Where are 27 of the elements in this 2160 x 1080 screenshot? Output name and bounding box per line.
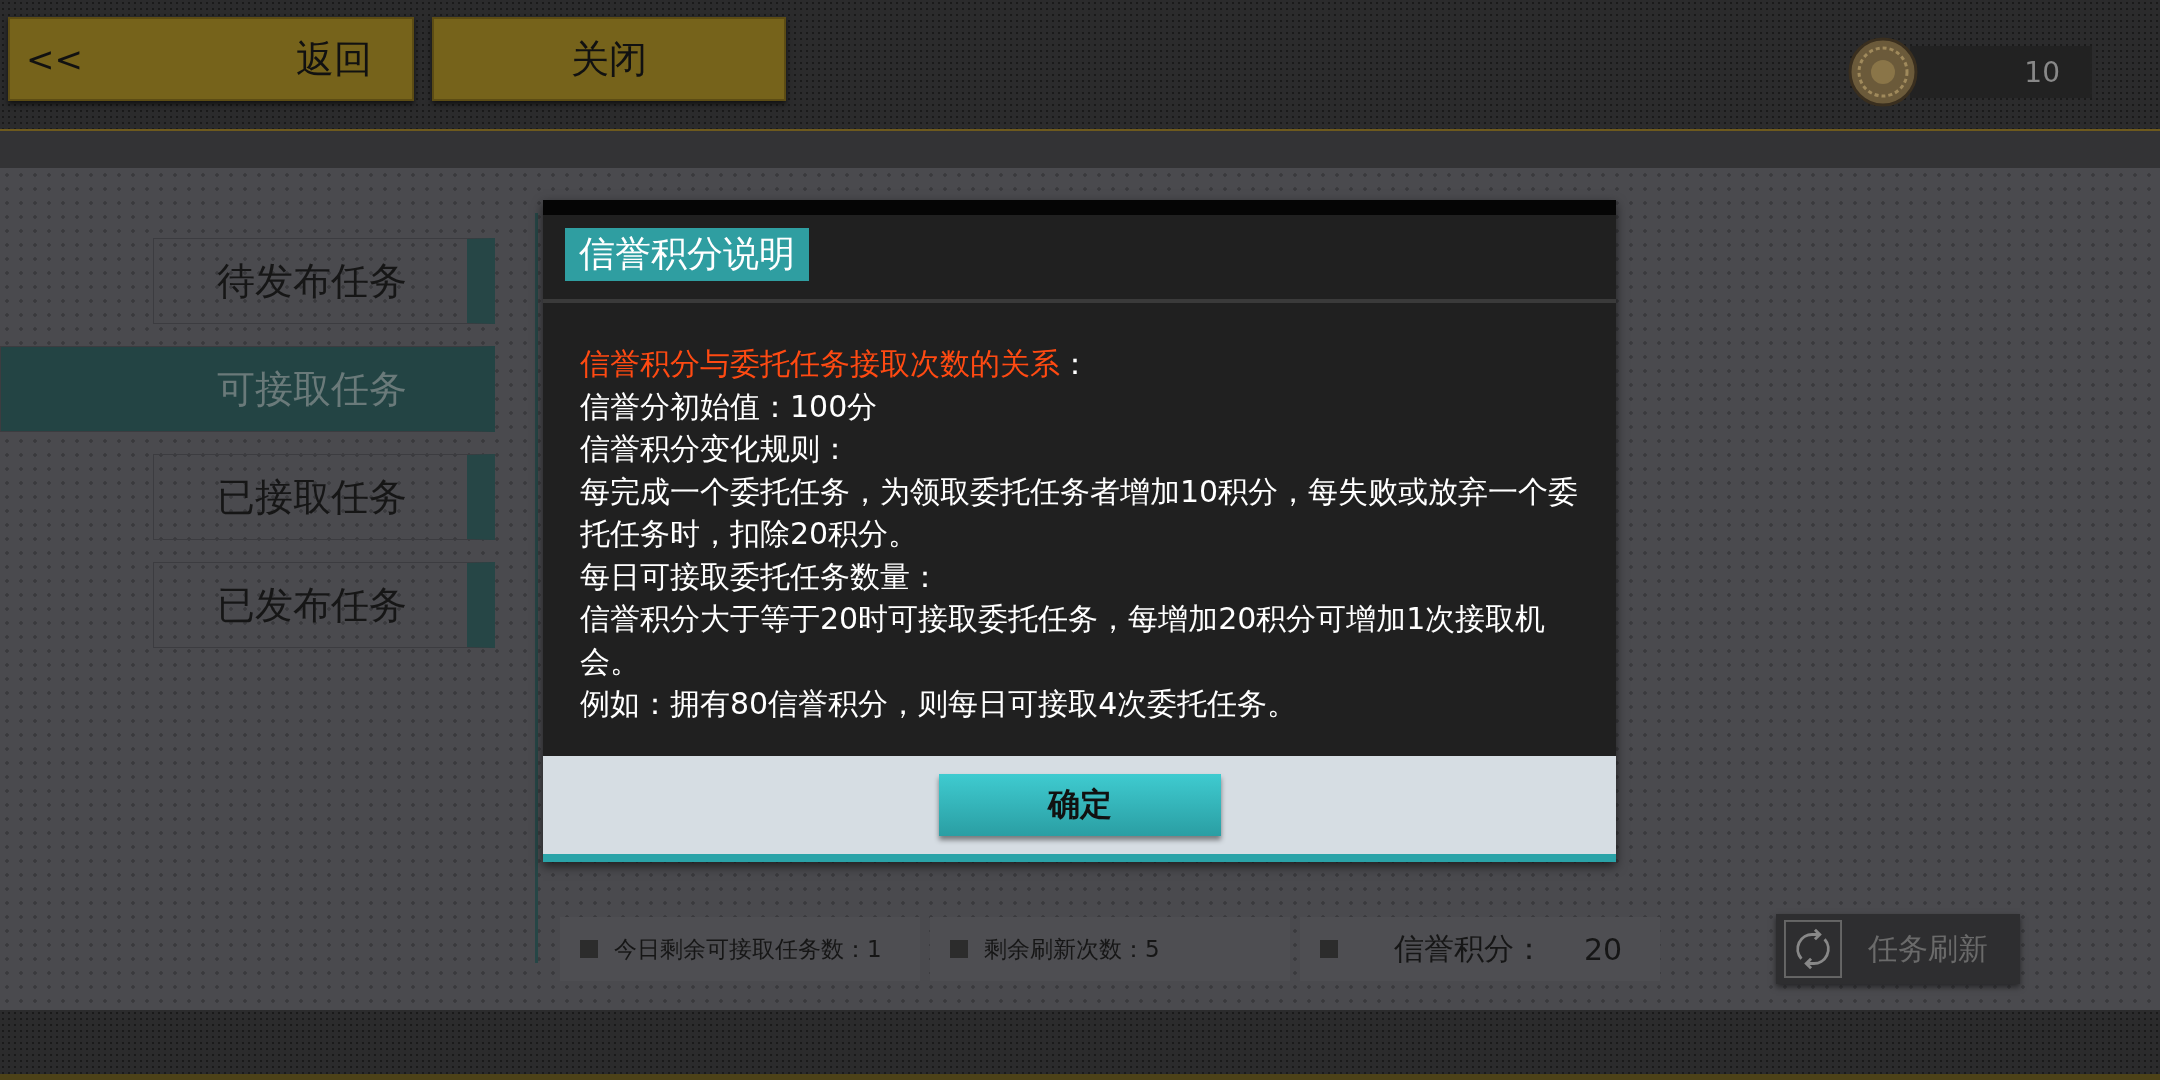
square-icon	[580, 940, 598, 958]
text-line: 信誉积分大于等于20时可接取委托任务，每增加20积分可增加1次接取机会。	[580, 600, 1547, 681]
sidebar-tab[interactable]: 可接取任务	[0, 346, 495, 432]
sidebar-tab[interactable]: 已发布任务	[153, 562, 495, 648]
square-icon	[950, 940, 968, 958]
square-icon	[1320, 940, 1338, 958]
stat-value: 1	[867, 936, 882, 962]
text-line: 信誉积分变化规则：	[580, 430, 851, 468]
text-line: 每日可接取委托任务数量：	[580, 557, 941, 596]
stat-label: 信誉积分：	[1394, 929, 1544, 968]
dialog-title: 信誉积分说明	[565, 228, 809, 281]
text-line: 信誉分初始值：100分	[580, 387, 879, 426]
back-button[interactable]: << 返回	[8, 17, 414, 101]
coin-counter: 10	[1910, 46, 2092, 98]
stat-label: 今日剩余可接取任务数：	[614, 934, 867, 964]
sidebar-tab[interactable]: 已接取任务	[153, 454, 495, 540]
close-button[interactable]: 关闭	[432, 17, 786, 101]
text-line: 信誉积分与委托任务接取次数的关系：	[580, 345, 1091, 383]
coin-icon	[1848, 37, 1918, 107]
text-line: 每完成一个委托任务，为领取委托任务者增加10积分，每失败或放弃一个委托任务时，扣除20积分。	[580, 472, 1580, 553]
text-line: 例如：拥有80信誉积分，则每日可接取4次委托任务。	[580, 685, 1299, 723]
confirm-button[interactable]: 确定	[938, 773, 1221, 836]
refresh-icon	[1784, 920, 1842, 978]
stat-value: 5	[1145, 936, 1160, 962]
stat-value: 20	[1584, 931, 1623, 967]
refresh-button[interactable]: 任务刷新	[1776, 914, 2020, 984]
stat-label: 剩余刷新次数：	[984, 934, 1145, 964]
